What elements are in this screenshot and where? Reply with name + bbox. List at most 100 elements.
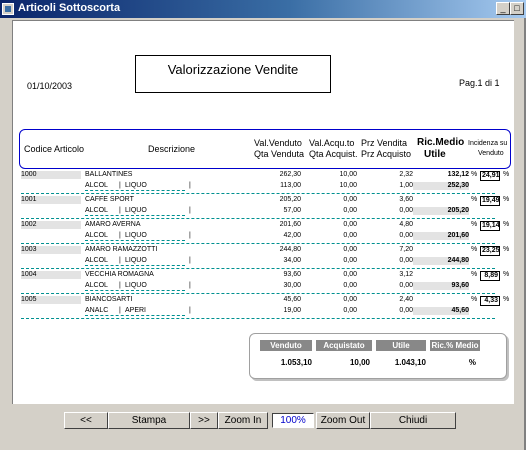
row-divider — [21, 293, 495, 294]
row-incidenza-pct: % — [503, 296, 510, 303]
zoom-level-field[interactable]: 100% — [272, 413, 314, 428]
totals-header-ric-medio: Ric.% Medio — [430, 340, 480, 351]
row-val-acquisto: 0,00 — [343, 246, 357, 253]
totals-header-utile: Utile — [376, 340, 426, 351]
row-subcategory: LIQUO — [125, 257, 147, 264]
row-incidenza: 19,14 — [480, 221, 500, 231]
row-underline — [85, 240, 185, 241]
report-date: 01/10/2003 — [27, 81, 73, 91]
row-divider — [21, 318, 495, 319]
row-incidenza-pct: % — [503, 221, 510, 228]
report-window: Articoli Sottoscorta _ □ 01/10/2003 Valo… — [0, 0, 526, 450]
title-bar[interactable]: Articoli Sottoscorta _ □ — [0, 0, 526, 18]
header-qta-acquist: Qta Acquist. — [309, 149, 358, 159]
row-incidenza: 4,33 — [480, 296, 500, 306]
row-separator: | — [119, 282, 121, 289]
header-val-acquisto: Val.Acqu.to — [309, 138, 355, 148]
row-separator: | — [119, 307, 121, 314]
row-underline — [85, 290, 185, 291]
row-qta-acquistata: 0,00 — [343, 307, 357, 314]
row-subcategory: APERI — [125, 307, 147, 314]
row-qta-acquistata: 0,00 — [343, 207, 357, 214]
totals-acquistato: 10,00 — [349, 358, 370, 367]
zoom-out-button[interactable]: Zoom Out — [316, 412, 370, 429]
row-incidenza-pct: % — [503, 271, 510, 278]
row-qta-venduta: 19,00 — [283, 307, 301, 314]
first-page-button[interactable]: << — [64, 412, 108, 429]
row-utile: 244,80 — [413, 257, 469, 265]
row-subcategory: LIQUO — [125, 282, 147, 289]
row-ric-pct: % — [471, 171, 478, 178]
totals-ric-medio: % — [468, 358, 476, 367]
report-preview[interactable]: 01/10/2003 Valorizzazione Vendite Pag.1 … — [12, 20, 514, 404]
page-indicator: Pag.1 di 1 — [459, 78, 500, 88]
row-qta-acquistata: 0,00 — [343, 257, 357, 264]
row-utile: 252,30 — [413, 182, 469, 190]
row-prz-acquisto: 0,00 — [399, 282, 413, 289]
row-utile: 205,20 — [413, 207, 469, 215]
row-qta-venduta: 34,00 — [283, 257, 301, 264]
row-name: VECCHIA ROMAGNA — [85, 271, 154, 278]
row-val-acquisto: 10,00 — [339, 171, 357, 178]
row-name: CAFFE SPORT — [85, 196, 134, 203]
row-underline — [85, 190, 185, 191]
report-title: Valorizzazione Vendite — [167, 62, 299, 77]
row-prz-vendita: 3,60 — [399, 196, 413, 203]
row-val-venduto: 244,80 — [279, 246, 301, 253]
header-codice: Codice Articolo — [24, 144, 85, 154]
row-divider — [21, 218, 495, 219]
row-prz-vendita: 3,12 — [399, 271, 413, 278]
minimize-button[interactable]: _ — [496, 2, 510, 15]
row-underline — [85, 215, 185, 216]
header-qta-venduta: Qta Venduta — [254, 149, 305, 159]
header-utile: Utile — [424, 149, 446, 160]
row-val-acquisto: 0,00 — [343, 271, 357, 278]
row-prz-acquisto: 0,00 — [399, 207, 413, 214]
row-code: 1003 — [21, 246, 81, 254]
column-header-box: Codice Articolo Descrizione Val.Venduto … — [19, 129, 511, 169]
row-val-venduto: 205,20 — [279, 196, 301, 203]
row-incidenza: 19,49 — [480, 196, 500, 206]
row-name: BALLANTINES — [85, 171, 133, 178]
row-ric-pct: % — [471, 271, 478, 278]
row-prz-acquisto: 0,00 — [399, 307, 413, 314]
row-val-venduto: 201,60 — [279, 221, 301, 228]
row-name: AMARO AVERNA — [85, 221, 141, 228]
preview-toolbar: << Stampa >> Zoom In 100% Zoom Out Chiud… — [64, 412, 464, 430]
totals-box: Venduto Acquistato Utile Ric.% Medio 1.0… — [249, 333, 507, 379]
row-incidenza-pct: % — [503, 246, 510, 253]
row-divider — [21, 268, 495, 269]
zoom-in-button[interactable]: Zoom In — [218, 412, 268, 429]
row-prz-acquisto: 1,00 — [399, 182, 413, 189]
row-code: 1002 — [21, 221, 81, 229]
row-divider — [21, 193, 495, 194]
app-icon — [2, 3, 14, 15]
row-separator: | — [119, 257, 121, 264]
print-button[interactable]: Stampa — [108, 412, 190, 429]
header-prz-acquisto: Prz Acquisto — [361, 149, 412, 159]
row-separator: | — [119, 232, 121, 239]
totals-venduto: 1.053,10 — [280, 358, 312, 367]
row-utile: 201,60 — [413, 232, 469, 240]
header-incidenza: Incidenza su — [468, 140, 508, 147]
row-qta-venduta: 42,00 — [283, 232, 301, 239]
row-subcategory: LIQUO — [125, 182, 147, 189]
report-title-box: Valorizzazione Vendite — [135, 55, 331, 93]
row-incidenza: 8,89 — [480, 271, 500, 281]
row-subcategory: LIQUO — [125, 207, 147, 214]
row-val-venduto: 45,60 — [283, 296, 301, 303]
row-name: BIANCOSARTI — [85, 296, 133, 303]
next-page-button[interactable]: >> — [190, 412, 218, 429]
row-ric-pct: % — [471, 221, 478, 228]
maximize-button[interactable]: □ — [510, 2, 524, 15]
row-incidenza-pct: % — [503, 196, 510, 203]
row-ric-medio: 132,12 — [447, 171, 469, 178]
totals-utile: 1.043,10 — [394, 358, 426, 367]
row-separator: | — [189, 282, 191, 289]
row-separator: | — [189, 182, 191, 189]
close-button[interactable]: Chiudi — [370, 412, 456, 429]
header-descrizione: Descrizione — [148, 144, 196, 154]
window-title: Articoli Sottoscorta — [18, 2, 121, 14]
row-val-acquisto: 0,00 — [343, 296, 357, 303]
row-ric-pct: % — [471, 246, 478, 253]
